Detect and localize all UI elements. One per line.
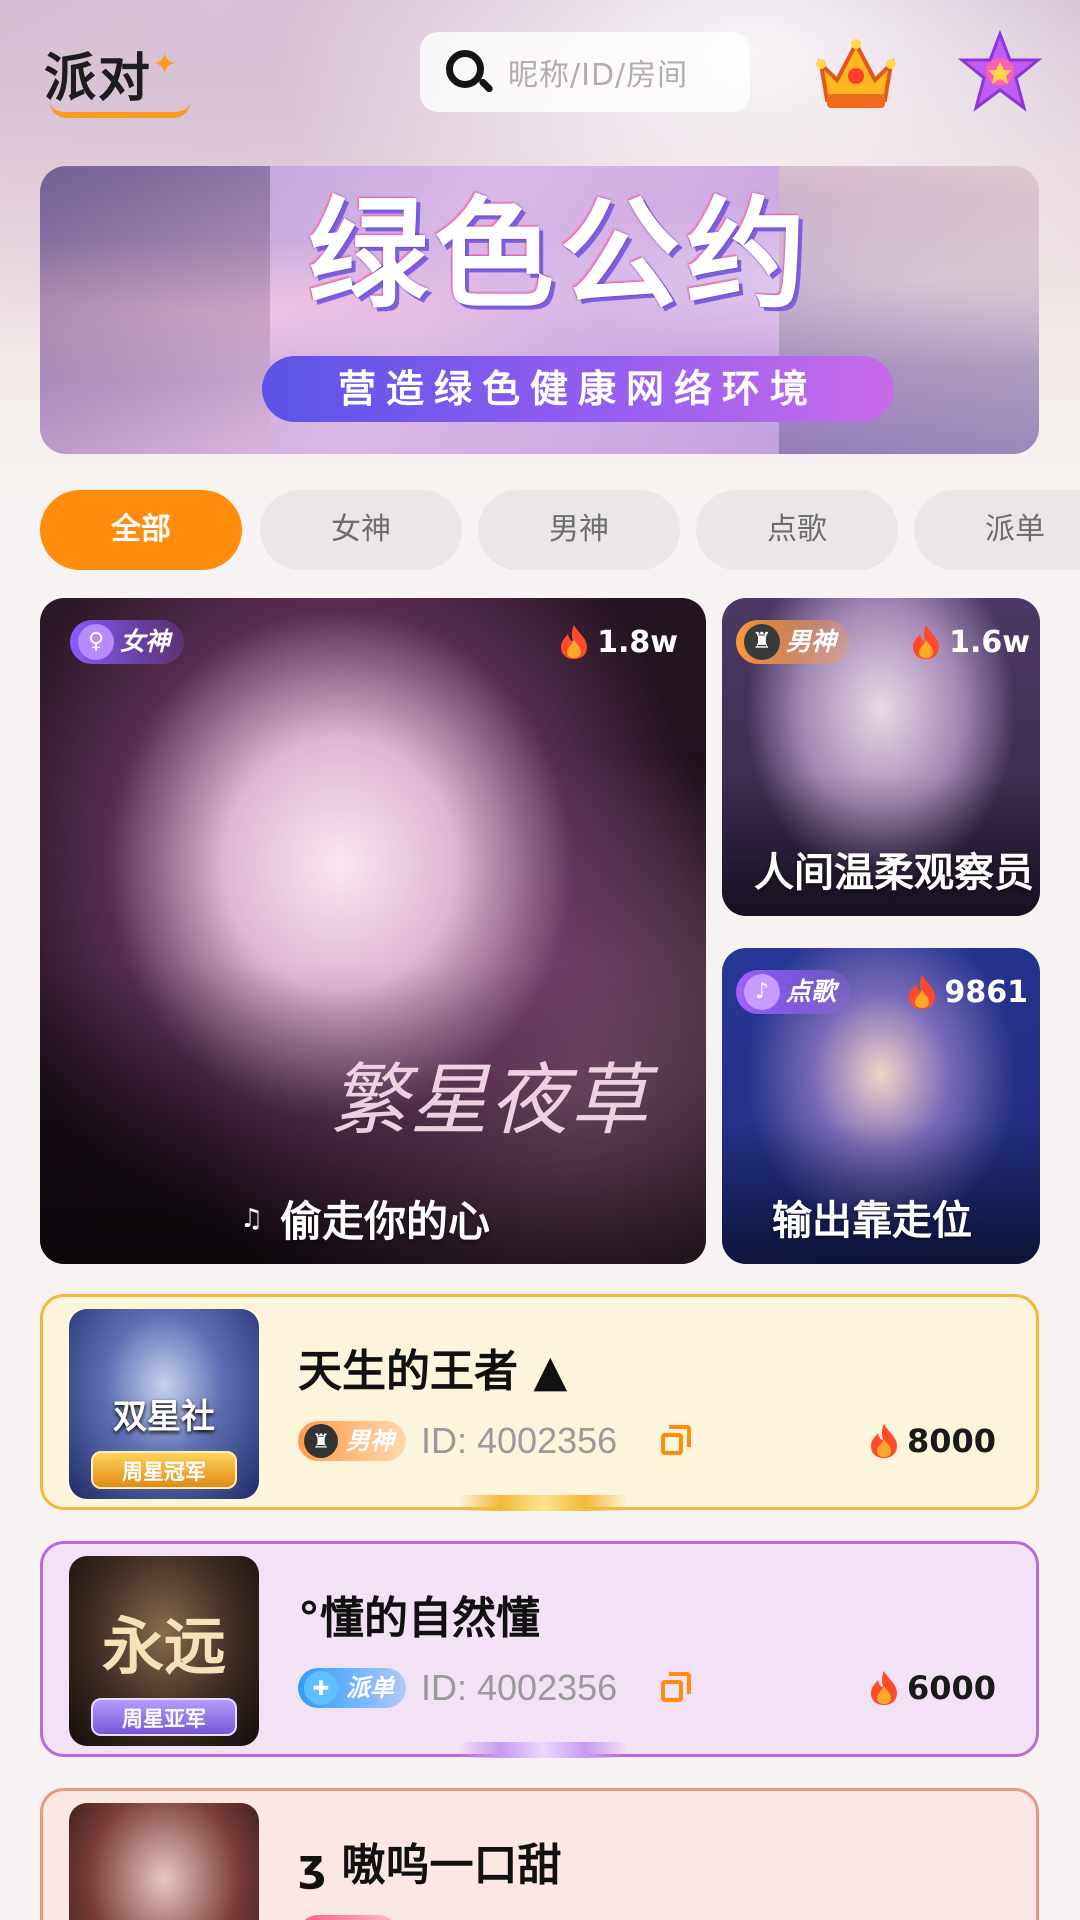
- featured-room-card[interactable]: ♪ 点歌 9861 输出靠走位: [722, 948, 1040, 1264]
- heat-count: 1.8w: [559, 620, 678, 664]
- rank-badge: 周星冠军: [91, 1451, 237, 1489]
- row-ornament: [458, 1495, 628, 1511]
- promo-banner[interactable]: 绿色公约 营造绿色健康网络环境: [40, 166, 1039, 454]
- banner-title: 绿色公约: [308, 186, 812, 325]
- search-bar[interactable]: 昵称/ID/房间: [420, 32, 750, 112]
- category-badge: ♀ 女神: [70, 620, 185, 664]
- featured-room-card[interactable]: ♜ 男神 1.6w 人间温柔观察员: [722, 598, 1040, 916]
- room-thumbnail: 永远 周星亚军: [69, 1556, 259, 1746]
- tab-song-request[interactable]: 点歌: [696, 490, 898, 570]
- search-placeholder: 昵称/ID/房间: [508, 58, 689, 93]
- sparkle-icon: ✦: [152, 47, 180, 82]
- flame-icon: [561, 625, 588, 659]
- top-hat-icon: ♜: [744, 624, 780, 660]
- row-ornament: [458, 1742, 628, 1758]
- tab-all[interactable]: 全部: [40, 490, 242, 570]
- tab-god[interactable]: 男神: [478, 490, 680, 570]
- heat-count: 1.6w: [911, 620, 1030, 664]
- category-tag: ♜ 男神: [298, 1421, 406, 1461]
- room-id: ID: 4002356: [421, 1420, 618, 1461]
- category-tag: ✚ 派单: [298, 1668, 406, 1708]
- music-note-icon: ♫: [240, 1204, 264, 1234]
- app-logo: 派对 ✦: [44, 38, 194, 120]
- tab-goddess[interactable]: 女神: [260, 490, 462, 570]
- category-tabs: 全部 女神 男神 点歌 派单: [40, 490, 1080, 570]
- rank-badge: 周星亚军: [91, 1698, 237, 1736]
- flame-icon: [913, 625, 940, 659]
- flame-icon: [908, 975, 935, 1009]
- room-thumbnail: [69, 1803, 259, 1920]
- gamepad-icon: ✚: [304, 1671, 338, 1705]
- star-badge-icon[interactable]: [958, 30, 1042, 114]
- heat-count: 9861: [907, 970, 1028, 1014]
- copy-icon[interactable]: [661, 1672, 693, 1704]
- category-badge: ♪ 点歌: [736, 970, 851, 1014]
- headphones-icon: ♪: [744, 974, 780, 1010]
- featured-room-card[interactable]: ♀ 女神 1.8w 繁星夜草 ♫ 偷走你的心: [40, 598, 706, 1264]
- room-thumbnail: 双星社 周星冠军: [69, 1309, 259, 1499]
- thumbnail-art-text: 永远: [101, 1610, 226, 1683]
- flame-icon: [870, 1424, 897, 1458]
- flame-icon: [870, 1671, 897, 1705]
- room-list-item[interactable]: ʒ 嗷呜一口甜: [40, 1788, 1039, 1920]
- room-name: 人间温柔观察员: [754, 850, 1034, 896]
- category-tag: [298, 1915, 398, 1920]
- room-art-text: 繁星夜草: [330, 1056, 651, 1146]
- room-list-item[interactable]: 双星社 周星冠军 天生的王者 ▲ ♜ 男神 ID: 4002356 8000: [40, 1294, 1039, 1511]
- banner-subtitle: 营造绿色健康网络环境: [262, 356, 894, 422]
- heat-count: 6000: [869, 1668, 996, 1708]
- logo-swoosh: [50, 102, 190, 118]
- room-list-item[interactable]: 永远 周星亚军 °懂的自然懂 ✚ 派单 ID: 4002356 6000: [40, 1541, 1039, 1758]
- room-name: ʒ 嗷呜一口甜: [298, 1840, 562, 1891]
- heat-count: 8000: [869, 1421, 996, 1461]
- search-icon: [442, 46, 495, 98]
- header: 派对 ✦ 昵称/ID/房间: [0, 0, 1080, 150]
- room-name: 天生的王者 ▲: [298, 1346, 568, 1397]
- copy-icon[interactable]: [661, 1425, 693, 1457]
- heels-icon: ♀: [78, 624, 114, 660]
- room-name: 输出靠走位: [772, 1198, 972, 1244]
- room-name: 偷走你的心: [280, 1197, 491, 1246]
- top-hat-icon: ♜: [304, 1424, 338, 1458]
- tab-dispatch[interactable]: 派单: [914, 490, 1080, 570]
- category-badge: ♜ 男神: [736, 620, 851, 664]
- crown-icon[interactable]: [815, 34, 897, 114]
- room-name: °懂的自然懂: [298, 1593, 540, 1644]
- thumbnail-art-text: 双星社: [113, 1397, 215, 1437]
- room-id: ID: 4002356: [421, 1667, 618, 1708]
